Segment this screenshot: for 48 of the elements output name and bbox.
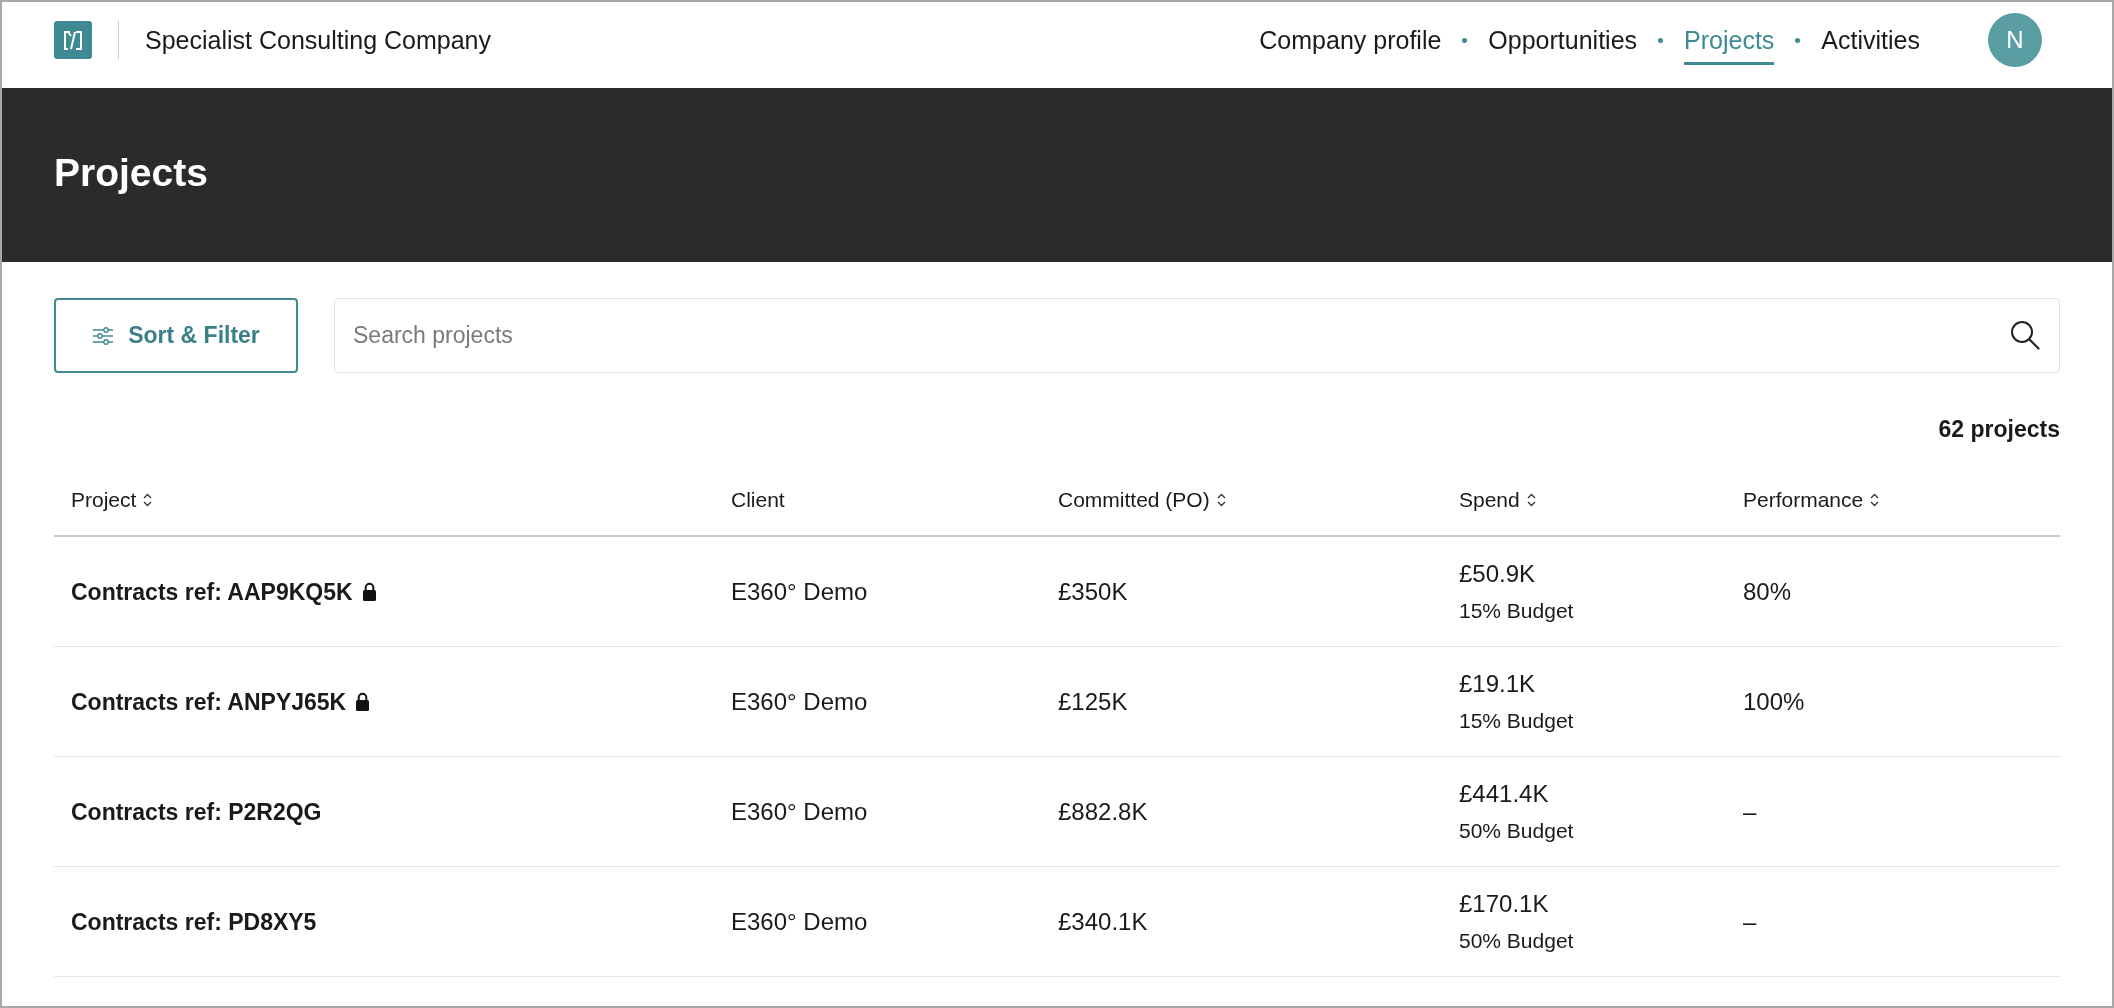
performance-value: 100% [1743,687,1805,716]
separator-dot-icon [1462,37,1468,43]
sort-icon[interactable] [143,493,153,507]
nav-tab[interactable]: Activities [1821,15,1920,65]
column-header[interactable]: Project [71,487,153,513]
separator-dot-icon [1795,37,1801,43]
sort-icon[interactable] [1526,493,1536,507]
committed-amount: £340.1K [1058,907,1148,936]
project-count: 62 projects [1938,415,2060,444]
project-name: Contracts ref: PD8XY5 [71,907,317,936]
separator-dot-icon [1658,37,1664,43]
logo-icon[interactable] [54,21,92,59]
budget-share: 50% Budget [1459,927,1574,954]
column-header[interactable]: Performance [1743,487,1880,513]
performance-value: – [1743,797,1757,826]
nav-tab[interactable]: Opportunities [1488,15,1638,65]
performance-value: 80% [1743,577,1792,606]
sort-icon[interactable] [1216,493,1226,507]
nav-tab[interactable]: Projects [1684,15,1775,65]
nav-tab[interactable]: Company profile [1259,15,1442,65]
client-name: E360° Demo [731,687,868,716]
search-icon[interactable] [2010,320,2040,350]
performance-value: – [1743,907,1757,936]
client-name: E360° Demo [731,577,868,606]
project-name: Contracts ref: ANPYJ65K [71,687,347,716]
column-header[interactable]: Spend [1459,487,1536,513]
project-name: Contracts ref: AAP9KQ5K [71,577,353,606]
budget-share: 15% Budget [1459,597,1574,624]
project-name: Contracts ref: P2R2QG [71,797,322,826]
budget-share: 15% Budget [1459,707,1574,734]
sort-icon[interactable] [1870,493,1880,507]
committed-amount: £125K [1058,687,1128,716]
committed-amount: £350K [1058,577,1128,606]
committed-amount: £882.8K [1058,797,1148,826]
column-header: Client [731,487,785,513]
page-title: Projects [54,150,208,196]
sliders-icon [92,326,115,345]
sort-filter-button[interactable]: Sort & Filter [54,298,298,373]
spend-amount: £50.9K [1459,559,1536,588]
spend-amount: £441.4K [1459,779,1549,808]
client-name: E360° Demo [731,797,868,826]
search-field[interactable]: Search projects [334,298,2060,373]
company-name: Specialist Consulting Company [145,25,491,55]
spend-amount: £170.1K [1459,889,1549,918]
budget-share: 50% Budget [1459,817,1574,844]
column-header[interactable]: Committed (PO) [1058,487,1226,513]
client-name: E360° Demo [731,907,868,936]
spend-amount: £19.1K [1459,669,1536,698]
